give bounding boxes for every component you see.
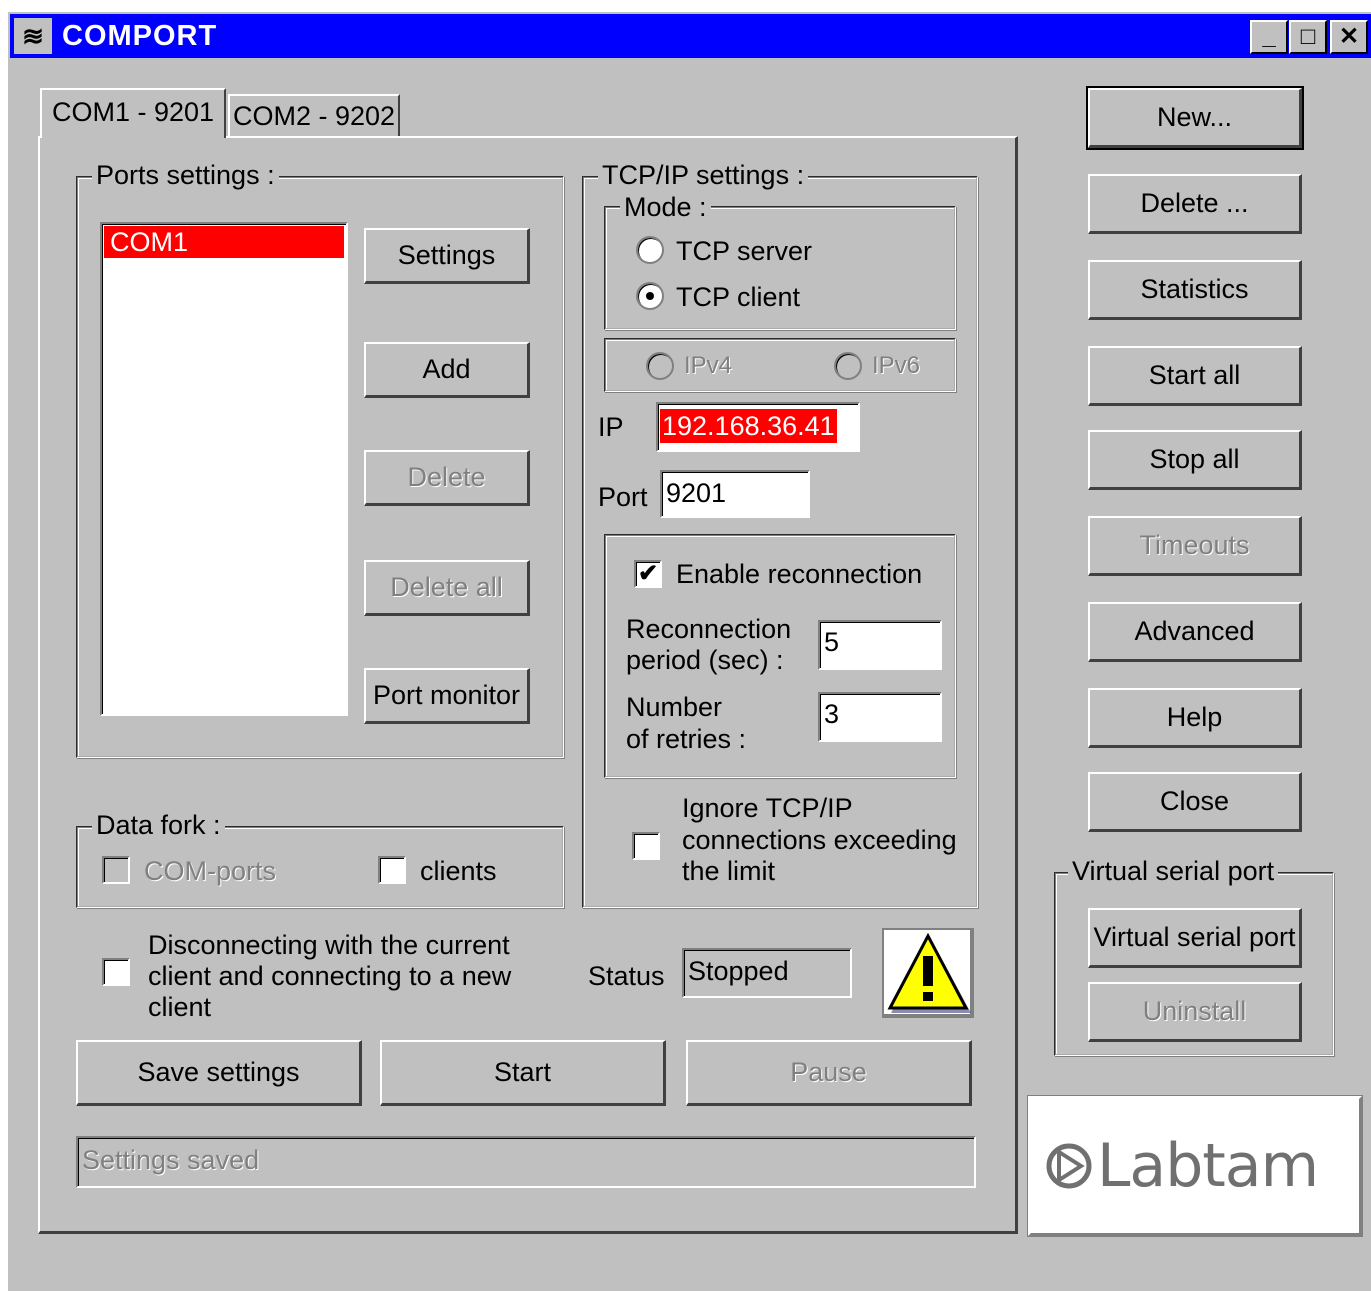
labtam-logo-text: Labtam (1097, 1131, 1319, 1201)
virtual-serial-port-label: Virtual serial port (1068, 856, 1279, 886)
com-ports-label: COM-ports (144, 856, 277, 886)
start-button[interactable]: Start (380, 1040, 666, 1106)
disconnect-label-line1: Disconnecting with the current (148, 930, 510, 960)
ignore-label-line1: Ignore TCP/IP (682, 793, 853, 823)
timeouts-button[interactable]: Timeouts (1088, 516, 1302, 576)
ipv6-label: IPv6 (872, 352, 921, 379)
tcp-client-radio[interactable] (636, 282, 664, 310)
new-button[interactable]: New... (1086, 86, 1304, 150)
advanced-button[interactable]: Advanced (1088, 602, 1302, 662)
ports-list[interactable]: COM1 (100, 222, 348, 716)
ignore-connections-checkbox[interactable] (632, 832, 660, 860)
delete-button[interactable]: Delete ... (1088, 174, 1302, 234)
ports-settings-label: Ports settings : (92, 160, 279, 190)
add-port-button[interactable]: Add (364, 342, 530, 398)
data-fork-label: Data fork : (92, 810, 225, 840)
minimize-button[interactable]: _ (1250, 20, 1288, 54)
ipv6-radio[interactable] (834, 352, 862, 380)
close-button[interactable]: Close (1088, 772, 1302, 832)
status-label: Status (588, 961, 665, 991)
mode-label: Mode : (620, 192, 711, 222)
status-field: Stopped (682, 948, 852, 998)
disconnect-label-line2: client and connecting to a new (148, 961, 512, 991)
ip-input[interactable]: 192.168.36.41 (656, 402, 860, 452)
retries-input[interactable]: 3 (818, 692, 942, 742)
ip-input-value: 192.168.36.41 (660, 409, 837, 443)
close-window-button[interactable]: ✕ (1330, 20, 1368, 54)
delete-all-ports-button[interactable]: Delete all (364, 560, 530, 616)
disconnect-checkbox[interactable] (102, 958, 130, 986)
reconnection-period-label-line2: period (sec) : (626, 645, 784, 675)
ipv4-radio[interactable] (646, 352, 674, 380)
retries-label-line2: of retries : (626, 724, 747, 754)
port-label: Port (598, 482, 648, 512)
disconnect-label-line3: client (148, 992, 212, 1022)
stop-all-button[interactable]: Stop all (1088, 430, 1302, 490)
delete-port-button[interactable]: Delete (364, 450, 530, 506)
pause-button[interactable]: Pause (686, 1040, 972, 1106)
reconnection-period-label-line1: Reconnection (626, 614, 792, 644)
ip-label: IP (598, 412, 624, 442)
ipv4-label: IPv4 (684, 352, 733, 379)
reconnection-period-input[interactable]: 5 (818, 620, 942, 670)
save-settings-button[interactable]: Save settings (76, 1040, 362, 1106)
ports-list-item-com1[interactable]: COM1 (104, 226, 344, 258)
tcp-server-radio[interactable] (636, 236, 664, 264)
ignore-label-line2: connections exceeding (682, 825, 957, 855)
status-bar-text: Settings saved (82, 1145, 260, 1175)
ignore-label-line3: the limit (682, 856, 776, 886)
tcp-server-label: TCP server (676, 236, 813, 266)
clients-checkbox[interactable] (378, 856, 406, 884)
settings-button[interactable]: Settings (364, 228, 530, 284)
warning-icon (882, 928, 974, 1018)
status-bar: Settings saved (76, 1136, 976, 1188)
clients-label: clients (420, 856, 497, 886)
labtam-logo-icon (1046, 1143, 1092, 1189)
labtam-logo: Labtam (1027, 1095, 1363, 1237)
port-monitor-button[interactable]: Port monitor (364, 668, 530, 724)
warning-icon-svg (887, 932, 971, 1013)
maximize-button[interactable]: □ (1289, 20, 1327, 54)
tcpip-settings-label: TCP/IP settings : (598, 160, 809, 190)
virtual-serial-port-button[interactable]: Virtual serial port (1088, 908, 1302, 968)
retries-label-line1: Number (626, 692, 723, 722)
tcp-client-label: TCP client (676, 282, 801, 312)
enable-reconnection-label: Enable reconnection (676, 559, 923, 589)
app-icon: ≋ (14, 18, 52, 54)
tab-com1[interactable]: COM1 - 9201 (40, 88, 226, 138)
window-title: COMPORT (62, 20, 218, 52)
port-input[interactable]: 9201 (660, 470, 810, 518)
start-all-button[interactable]: Start all (1088, 346, 1302, 406)
com-ports-checkbox[interactable] (102, 856, 130, 884)
uninstall-button[interactable]: Uninstall (1088, 982, 1302, 1042)
help-button[interactable]: Help (1088, 688, 1302, 748)
enable-reconnection-checkbox[interactable]: ✔ (634, 560, 662, 588)
tab-com2[interactable]: COM2 - 9202 (228, 94, 400, 136)
statistics-button[interactable]: Statistics (1088, 260, 1302, 320)
